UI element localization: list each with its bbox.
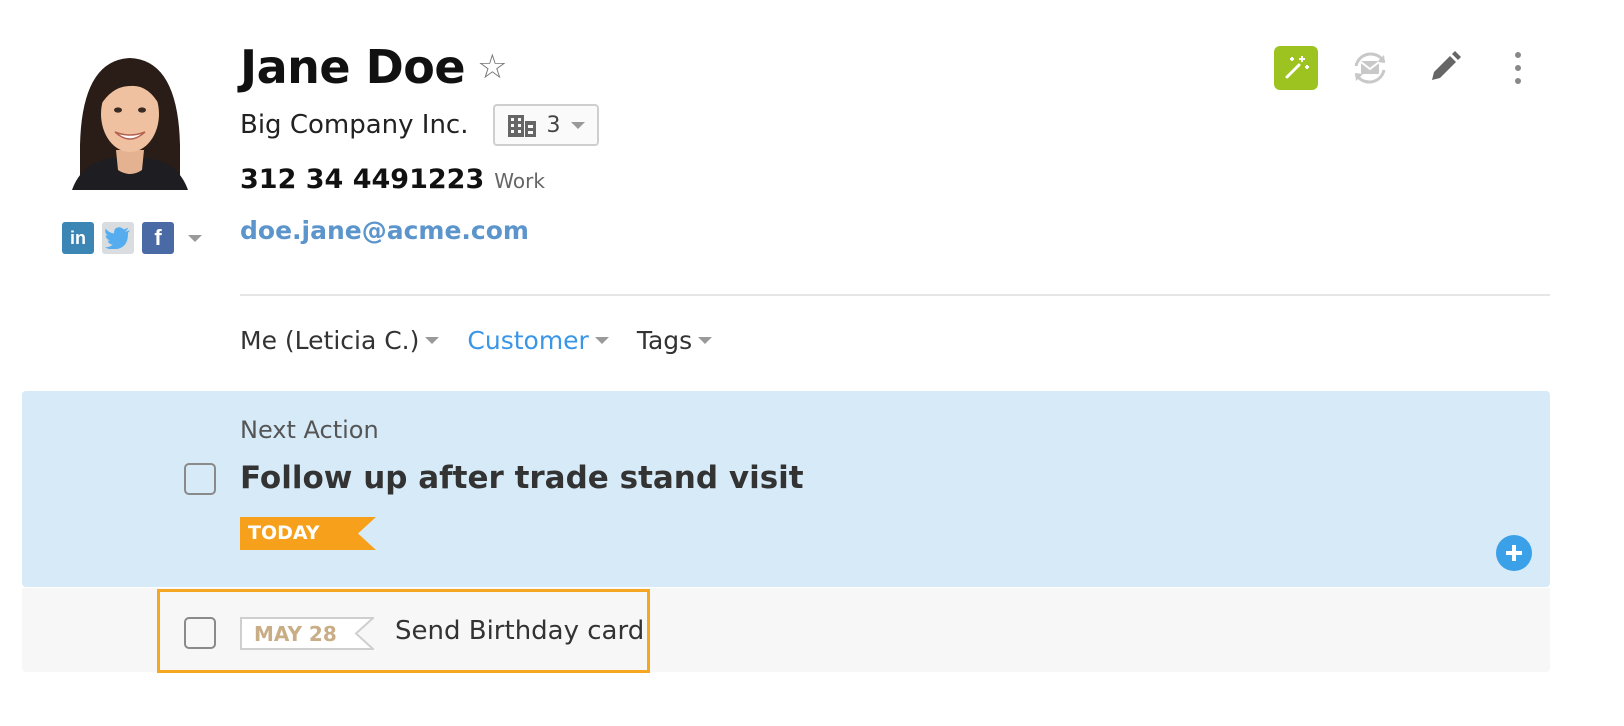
next-action-heading: Next Action: [240, 416, 379, 444]
plus-icon: [1506, 545, 1522, 561]
tags-label: Tags: [636, 326, 693, 355]
owner-label: Me (Leticia C.): [240, 326, 420, 355]
phone-number[interactable]: 312 34 4491223: [240, 164, 484, 195]
pencil-icon: [1432, 51, 1461, 80]
more-vertical-icon: [1515, 52, 1521, 84]
status-dropdown[interactable]: Customer: [467, 326, 609, 355]
more-options-button[interactable]: [1496, 46, 1540, 90]
linkedin-icon[interactable]: in: [62, 222, 94, 254]
next-action-checkbox[interactable]: [184, 463, 216, 495]
contact-avatar: [60, 50, 200, 190]
edit-button[interactable]: [1422, 46, 1466, 90]
email-sync-button[interactable]: [1348, 46, 1392, 90]
chevron-down-icon: [425, 337, 440, 344]
social-links: in f: [62, 222, 202, 254]
phone-type-label: Work: [494, 169, 545, 193]
task-title[interactable]: Send Birthday card: [395, 616, 644, 646]
magic-wand-icon: [1285, 56, 1309, 79]
chevron-down-icon: [570, 121, 585, 129]
favorite-star-icon[interactable]: ☆: [477, 50, 507, 84]
magic-wand-button[interactable]: [1274, 46, 1318, 90]
add-task-button[interactable]: [1496, 535, 1532, 571]
chevron-down-icon: [698, 337, 713, 344]
social-dropdown-icon[interactable]: [188, 234, 202, 242]
twitter-bird-icon: [105, 227, 130, 249]
header-divider: [240, 294, 1550, 296]
status-label: Customer: [467, 326, 589, 355]
task-checkbox[interactable]: [184, 617, 216, 649]
owner-dropdown[interactable]: Me (Leticia C.): [240, 326, 440, 355]
twitter-icon[interactable]: [102, 222, 134, 254]
facebook-icon[interactable]: f: [142, 222, 174, 254]
next-action-title[interactable]: Follow up after trade stand visit: [240, 460, 804, 496]
tags-dropdown[interactable]: Tags: [636, 326, 713, 355]
chevron-down-icon: [594, 337, 609, 344]
related-companies-button[interactable]: 3: [492, 104, 599, 146]
due-today-label: TODAY: [248, 522, 320, 544]
email-link[interactable]: doe.jane@acme.com: [240, 216, 529, 245]
email-sync-icon: [1354, 52, 1386, 84]
building-icon: [507, 115, 536, 137]
contact-name: Jane Doe: [240, 40, 466, 94]
company-name[interactable]: Big Company Inc.: [240, 110, 469, 140]
task-date-label: MAY 28: [254, 622, 337, 646]
contact-actions: [1274, 46, 1540, 90]
related-companies-count: 3: [546, 112, 561, 138]
